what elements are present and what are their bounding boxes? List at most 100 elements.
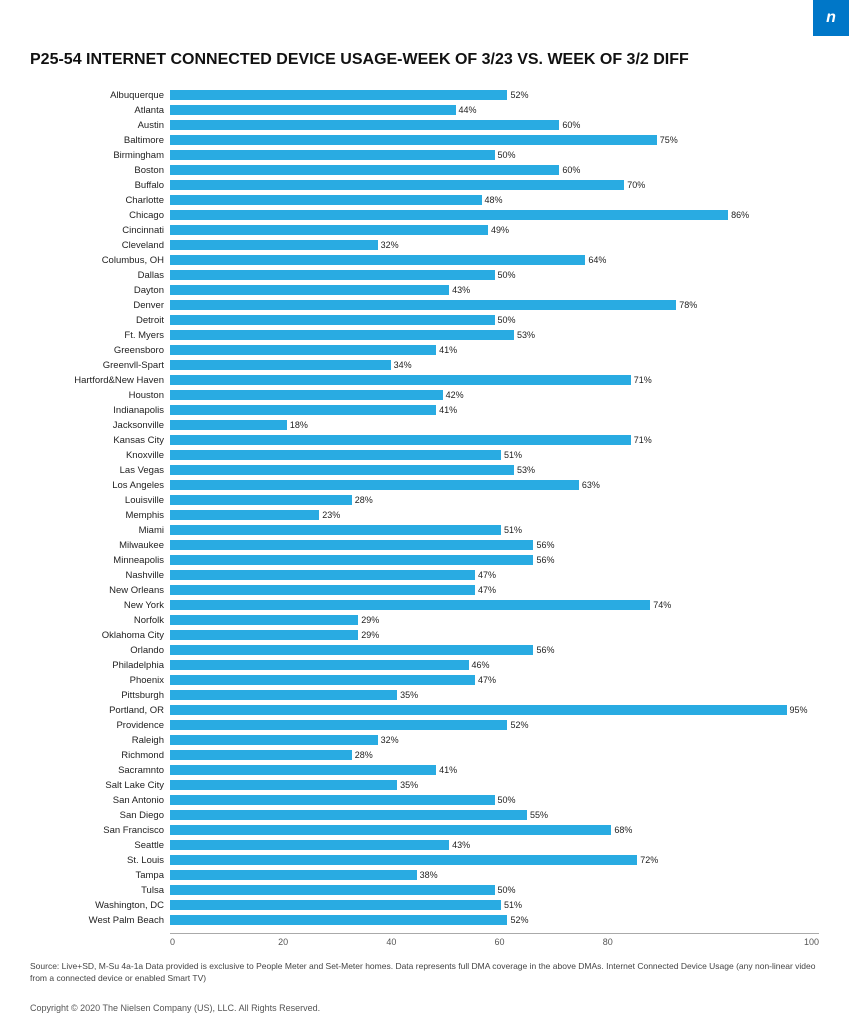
page-container: n P25-54 INTERNET CONNECTED DEVICE USAGE… [0, 0, 849, 1033]
bar-track: 75% [170, 135, 819, 145]
bar-label: Buffalo [30, 180, 170, 191]
bar-row: Greenvll-Spart34% [30, 359, 819, 372]
bar-label: Knoxville [30, 450, 170, 461]
bar-fill [170, 555, 533, 565]
bar-value-label: 64% [588, 255, 606, 265]
bar-row: Jacksonville18% [30, 419, 819, 432]
bar-label: Oklahoma City [30, 630, 170, 641]
bar-row: Atlanta44% [30, 104, 819, 117]
copyright-text: Copyright © 2020 The Nielsen Company (US… [30, 1003, 819, 1013]
bar-value-label: 32% [381, 240, 399, 250]
bar-value-label: 41% [439, 405, 457, 415]
bar-fill [170, 300, 676, 310]
bar-row: West Palm Beach 52% [30, 914, 819, 927]
bar-fill [170, 120, 559, 130]
bar-track: 56% [170, 555, 819, 565]
bar-label: Memphis [30, 510, 170, 521]
bar-row: Oklahoma City29% [30, 629, 819, 642]
bar-row: St. Louis72% [30, 854, 819, 867]
bar-label: West Palm Beach [30, 915, 170, 926]
bar-track: 72% [170, 855, 819, 865]
bar-fill [170, 870, 417, 880]
bar-fill [170, 255, 585, 265]
x-tick: 20 [278, 934, 386, 947]
bar-fill [170, 465, 514, 475]
bar-fill [170, 435, 631, 445]
bar-value-label: 29% [361, 615, 379, 625]
bar-row: Cleveland32% [30, 239, 819, 252]
bar-label: Chicago [30, 210, 170, 221]
x-tick: 60 [495, 934, 603, 947]
bar-row: Phoenix47% [30, 674, 819, 687]
bar-track: 64% [170, 255, 819, 265]
bar-track: 34% [170, 360, 819, 370]
bar-label: New Orleans [30, 585, 170, 596]
bar-value-label: 35% [400, 780, 418, 790]
bar-fill [170, 600, 650, 610]
bar-value-label: 35% [400, 690, 418, 700]
bar-label: Philadelphia [30, 660, 170, 671]
bar-value-label: 42% [446, 390, 464, 400]
bar-label: Albuquerque [30, 90, 170, 101]
bar-track: 52% [170, 90, 819, 100]
bar-row: Miami 51% [30, 524, 819, 537]
bar-track: 70% [170, 180, 819, 190]
bar-label: Ft. Myers [30, 330, 170, 341]
bar-label: Detroit [30, 315, 170, 326]
bar-row: Seattle43% [30, 839, 819, 852]
bar-track: 41% [170, 405, 819, 415]
bar-value-label: 53% [517, 465, 535, 475]
bar-value-label: 47% [478, 570, 496, 580]
bar-label: Salt Lake City [30, 780, 170, 791]
bar-track: 44% [170, 105, 819, 115]
bar-row: Austin60% [30, 119, 819, 132]
bar-value-label: 50% [498, 150, 516, 160]
bar-fill [170, 750, 352, 760]
bar-label: Greensboro [30, 345, 170, 356]
bar-track: 29% [170, 630, 819, 640]
bar-row: Greensboro41% [30, 344, 819, 357]
bar-label: Minneapolis [30, 555, 170, 566]
bar-row: San Francisco68% [30, 824, 819, 837]
bar-value-label: 46% [472, 660, 490, 670]
bar-value-label: 48% [485, 195, 503, 205]
bar-row: Columbus, OH 64% [30, 254, 819, 267]
bar-label: Miami [30, 525, 170, 536]
bar-value-label: 51% [504, 525, 522, 535]
bar-value-label: 75% [660, 135, 678, 145]
bar-label: Boston [30, 165, 170, 176]
bar-fill [170, 840, 449, 850]
bar-track: 23% [170, 510, 819, 520]
bar-value-label: 56% [536, 540, 554, 550]
bar-row: New York74% [30, 599, 819, 612]
bar-row: Cincinnati49% [30, 224, 819, 237]
bar-fill [170, 375, 631, 385]
bar-track: 86% [170, 210, 819, 220]
bar-track: 35% [170, 690, 819, 700]
bar-track: 63% [170, 480, 819, 490]
bar-value-label: 60% [562, 120, 580, 130]
bar-fill [170, 570, 475, 580]
chart-area: Albuquerque52%Atlanta44%Austin60%Baltimo… [30, 89, 819, 929]
bar-track: 53% [170, 465, 819, 475]
bar-value-label: 51% [504, 450, 522, 460]
bar-row: Pittsburgh35% [30, 689, 819, 702]
bar-fill [170, 240, 378, 250]
bar-value-label: 28% [355, 495, 373, 505]
bar-value-label: 55% [530, 810, 548, 820]
bar-value-label: 52% [510, 915, 528, 925]
bar-value-label: 60% [562, 165, 580, 175]
bar-fill [170, 795, 495, 805]
bar-fill [170, 825, 611, 835]
bar-track: 38% [170, 870, 819, 880]
bar-fill [170, 765, 436, 775]
bar-track: 95% [170, 705, 819, 715]
bar-label: Dallas [30, 270, 170, 281]
bar-label: Las Vegas [30, 465, 170, 476]
bar-label: Columbus, OH [30, 255, 170, 266]
bar-fill [170, 720, 507, 730]
bar-value-label: 52% [510, 90, 528, 100]
bar-track: 52% [170, 720, 819, 730]
bar-value-label: 50% [498, 795, 516, 805]
bar-fill [170, 615, 358, 625]
